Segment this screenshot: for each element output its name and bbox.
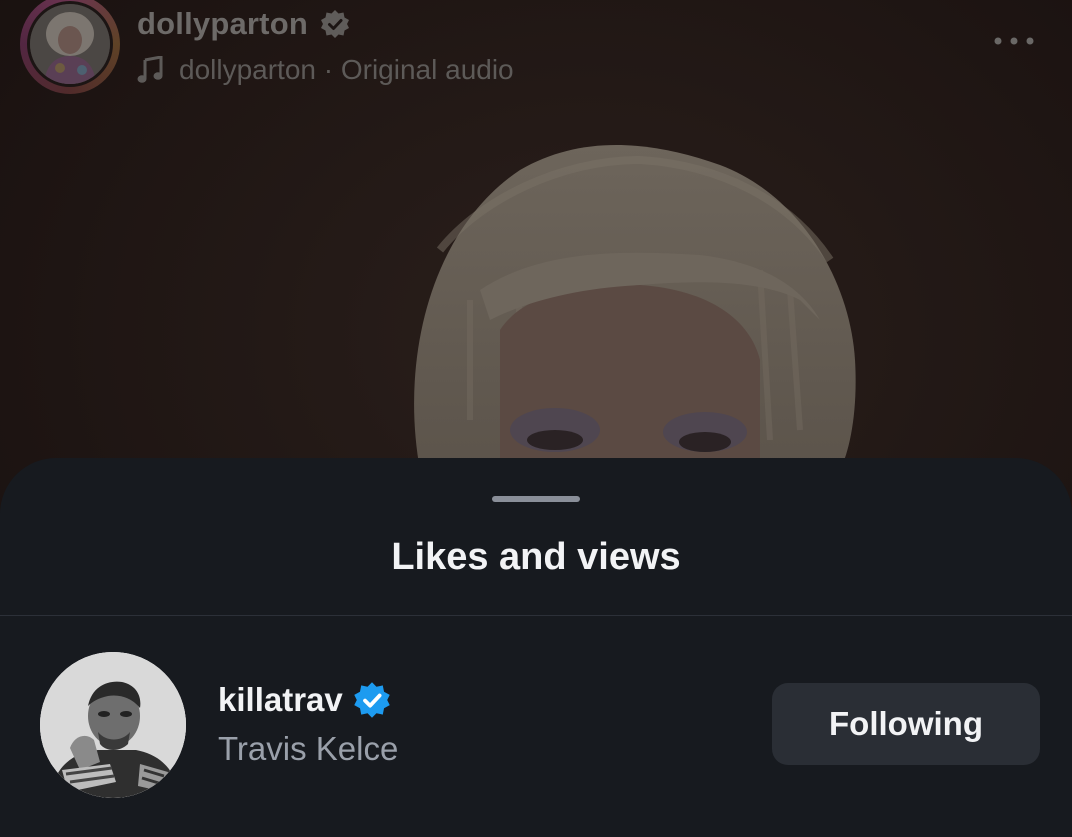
likes-views-sheet: Likes and views killatrav Travis Kelce F… [0,458,1072,837]
user-handle-row[interactable]: killatrav [218,678,391,722]
reel-likes-screen: dollyparton dollyparton · Original audio… [0,0,1072,837]
music-note-icon [137,56,163,83]
divider [0,615,1072,616]
following-button[interactable]: Following [772,683,1040,765]
audio-row[interactable]: dollyparton · Original audio [137,50,514,90]
more-options-icon[interactable] [992,34,1036,48]
post-username[interactable]: dollyparton [137,6,308,42]
user-handle[interactable]: killatrav [218,681,343,719]
post-header: dollyparton dollyparton · Original audio [0,0,1072,110]
verified-badge-icon [354,682,390,718]
post-username-row[interactable]: dollyparton [137,2,350,46]
avatar[interactable] [27,1,113,87]
user-full-name: Travis Kelce [218,730,399,767]
list-item[interactable]: killatrav Travis Kelce Following [0,644,1072,804]
avatar-image [30,4,110,84]
avatar-image [40,652,186,798]
sheet-title: Likes and views [391,536,681,578]
sheet-grabber[interactable] [492,496,580,502]
verified-badge-icon [320,10,349,38]
avatar[interactable] [40,652,186,798]
audio-label[interactable]: dollyparton · Original audio [179,54,514,86]
